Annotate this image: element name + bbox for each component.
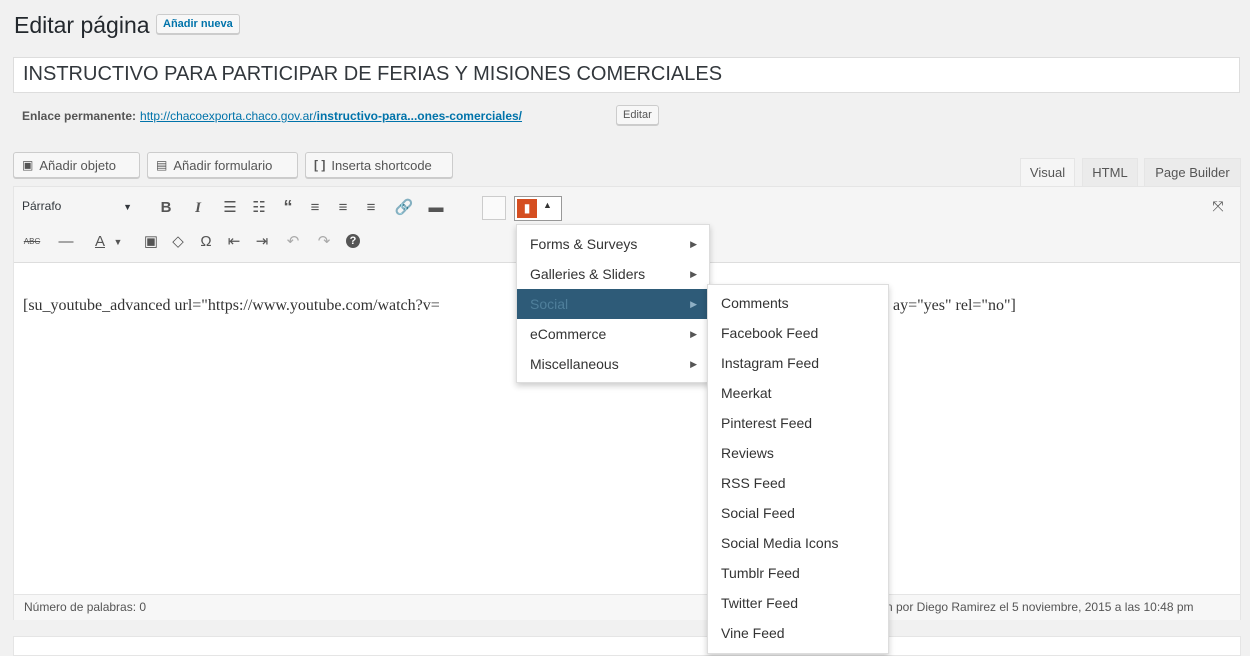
social-submenu: Comments Facebook Feed Instagram Feed Me… (707, 284, 889, 654)
submenu-item-social-feed[interactable]: Social Feed (708, 498, 888, 528)
submenu-item-rss-feed[interactable]: RSS Feed (708, 468, 888, 498)
shortcode-icon: [ ] (314, 158, 326, 172)
format-select[interactable]: Párrafo ▼ (22, 199, 140, 219)
menu-item-label: Galleries & Sliders (530, 266, 646, 282)
plugin-icon: ▮ (517, 199, 537, 218)
last-edit-info: n por Diego Ramirez el 5 noviembre, 2015… (886, 600, 1194, 614)
read-more-icon[interactable]: ▬ (426, 198, 446, 218)
chevron-right-icon: ▶ (690, 238, 697, 249)
special-char-icon[interactable]: Ω (196, 232, 216, 252)
add-media-icon: ▣ (22, 158, 34, 172)
caret-up-icon: ▲ (543, 200, 552, 210)
blockquote-icon[interactable]: “ (278, 197, 298, 217)
editor-content-left[interactable]: [su_youtube_advanced url="https://www.yo… (23, 297, 519, 315)
clear-formatting-icon[interactable]: ◇ (168, 232, 188, 252)
page-title: Editar página (14, 12, 150, 38)
submenu-item-reviews[interactable]: Reviews (708, 438, 888, 468)
editor-content-right: ay="yes" rel="no"] (893, 297, 1016, 314)
insert-shortcode-button[interactable]: [ ] Inserta shortcode (305, 152, 453, 178)
indent-icon[interactable]: ⇥ (252, 232, 272, 252)
submenu-item-twitter-feed[interactable]: Twitter Feed (708, 588, 888, 618)
text-color-icon[interactable]: A (90, 232, 110, 252)
undo-icon[interactable]: ↶ (283, 232, 303, 252)
italic-icon[interactable]: I (188, 198, 208, 218)
form-icon: ▤ (156, 158, 168, 172)
chevron-right-icon: ▶ (690, 358, 697, 369)
menu-item-social[interactable]: Social ▶ (517, 289, 709, 319)
submenu-item-meerkat[interactable]: Meerkat (708, 378, 888, 408)
plugin-dropdown-menu: Forms & Surveys ▶ Galleries & Sliders ▶ … (516, 224, 710, 383)
chevron-down-icon[interactable]: ▼ (108, 232, 128, 252)
help-icon[interactable]: ? (346, 234, 360, 248)
menu-item-label: Miscellaneous (530, 356, 619, 372)
align-right-icon[interactable]: ≡ (361, 198, 381, 218)
submenu-item-facebook-feed[interactable]: Facebook Feed (708, 318, 888, 348)
submenu-item-social-media-icons[interactable]: Social Media Icons (708, 528, 888, 558)
strikethrough-icon[interactable]: ABC (22, 232, 42, 252)
format-select-value: Párrafo (22, 199, 62, 213)
menu-item-miscellaneous[interactable]: Miscellaneous ▶ (517, 349, 709, 379)
chevron-right-icon: ▶ (690, 298, 697, 309)
tab-html[interactable]: HTML (1082, 158, 1138, 186)
submenu-item-tumblr-feed[interactable]: Tumblr Feed (708, 558, 888, 588)
bullet-list-icon[interactable]: ☰ (220, 198, 240, 218)
chevron-right-icon: ▶ (690, 268, 697, 279)
bold-icon[interactable]: B (156, 198, 176, 218)
align-left-icon[interactable]: ≡ (305, 198, 325, 218)
outdent-icon[interactable]: ⇤ (224, 232, 244, 252)
menu-item-forms-surveys[interactable]: Forms & Surveys ▶ (517, 229, 709, 259)
submenu-item-vine-feed[interactable]: Vine Feed (708, 618, 888, 648)
table-icon[interactable] (482, 196, 506, 220)
redo-icon[interactable]: ↷ (314, 232, 334, 252)
permalink-row: Enlace permanente: http://chacoexporta.c… (22, 109, 522, 123)
submenu-item-pinterest-feed[interactable]: Pinterest Feed (708, 408, 888, 438)
tab-page-builder[interactable]: Page Builder (1144, 158, 1241, 186)
menu-item-label: eCommerce (530, 326, 607, 342)
word-count: Número de palabras: 0 (24, 600, 147, 614)
permalink-label: Enlace permanente: (22, 109, 137, 123)
align-center-icon[interactable]: ≡ (333, 198, 353, 218)
chevron-down-icon: ▼ (123, 202, 132, 212)
tab-visual[interactable]: Visual (1020, 158, 1075, 186)
fullscreen-icon[interactable]: ⤧ (1208, 196, 1228, 216)
plugin-button[interactable]: ▮ ▲ (514, 196, 562, 221)
submenu-item-instagram-feed[interactable]: Instagram Feed (708, 348, 888, 378)
permalink-prefix: http://chacoexporta.chaco.gov.ar/ (140, 109, 317, 123)
add-new-button[interactable]: Añadir nueva (156, 14, 240, 34)
add-object-button[interactable]: ▣ Añadir objeto (13, 152, 140, 178)
menu-item-label: Forms & Surveys (530, 236, 638, 252)
insert-shortcode-label: Inserta shortcode (331, 157, 432, 173)
paste-text-icon[interactable]: ▣ (141, 232, 161, 252)
add-form-button[interactable]: ▤ Añadir formulario (147, 152, 298, 178)
submenu-item-comments[interactable]: Comments (708, 288, 888, 318)
add-form-label: Añadir formulario (173, 157, 273, 173)
next-metabox (13, 636, 1241, 656)
edit-permalink-button[interactable]: Editar (616, 105, 659, 125)
add-object-label: Añadir objeto (39, 157, 116, 173)
chevron-right-icon: ▶ (690, 328, 697, 339)
numbered-list-icon[interactable]: ☷ (249, 198, 269, 218)
link-icon[interactable]: 🔗 (394, 198, 414, 218)
post-title-input[interactable]: INSTRUCTIVO PARA PARTICIPAR DE FERIAS Y … (13, 57, 1240, 93)
post-title-text: INSTRUCTIVO PARA PARTICIPAR DE FERIAS Y … (23, 63, 723, 85)
menu-item-label: Social (530, 296, 569, 312)
horizontal-line-icon[interactable]: — (56, 232, 76, 252)
menu-item-ecommerce[interactable]: eCommerce ▶ (517, 319, 709, 349)
permalink-slug: instructivo-para...ones-comerciales/ (316, 109, 523, 123)
permalink-link[interactable]: http://chacoexporta.chaco.gov.ar/instruc… (140, 109, 522, 123)
menu-item-galleries-sliders[interactable]: Galleries & Sliders ▶ (517, 259, 709, 289)
